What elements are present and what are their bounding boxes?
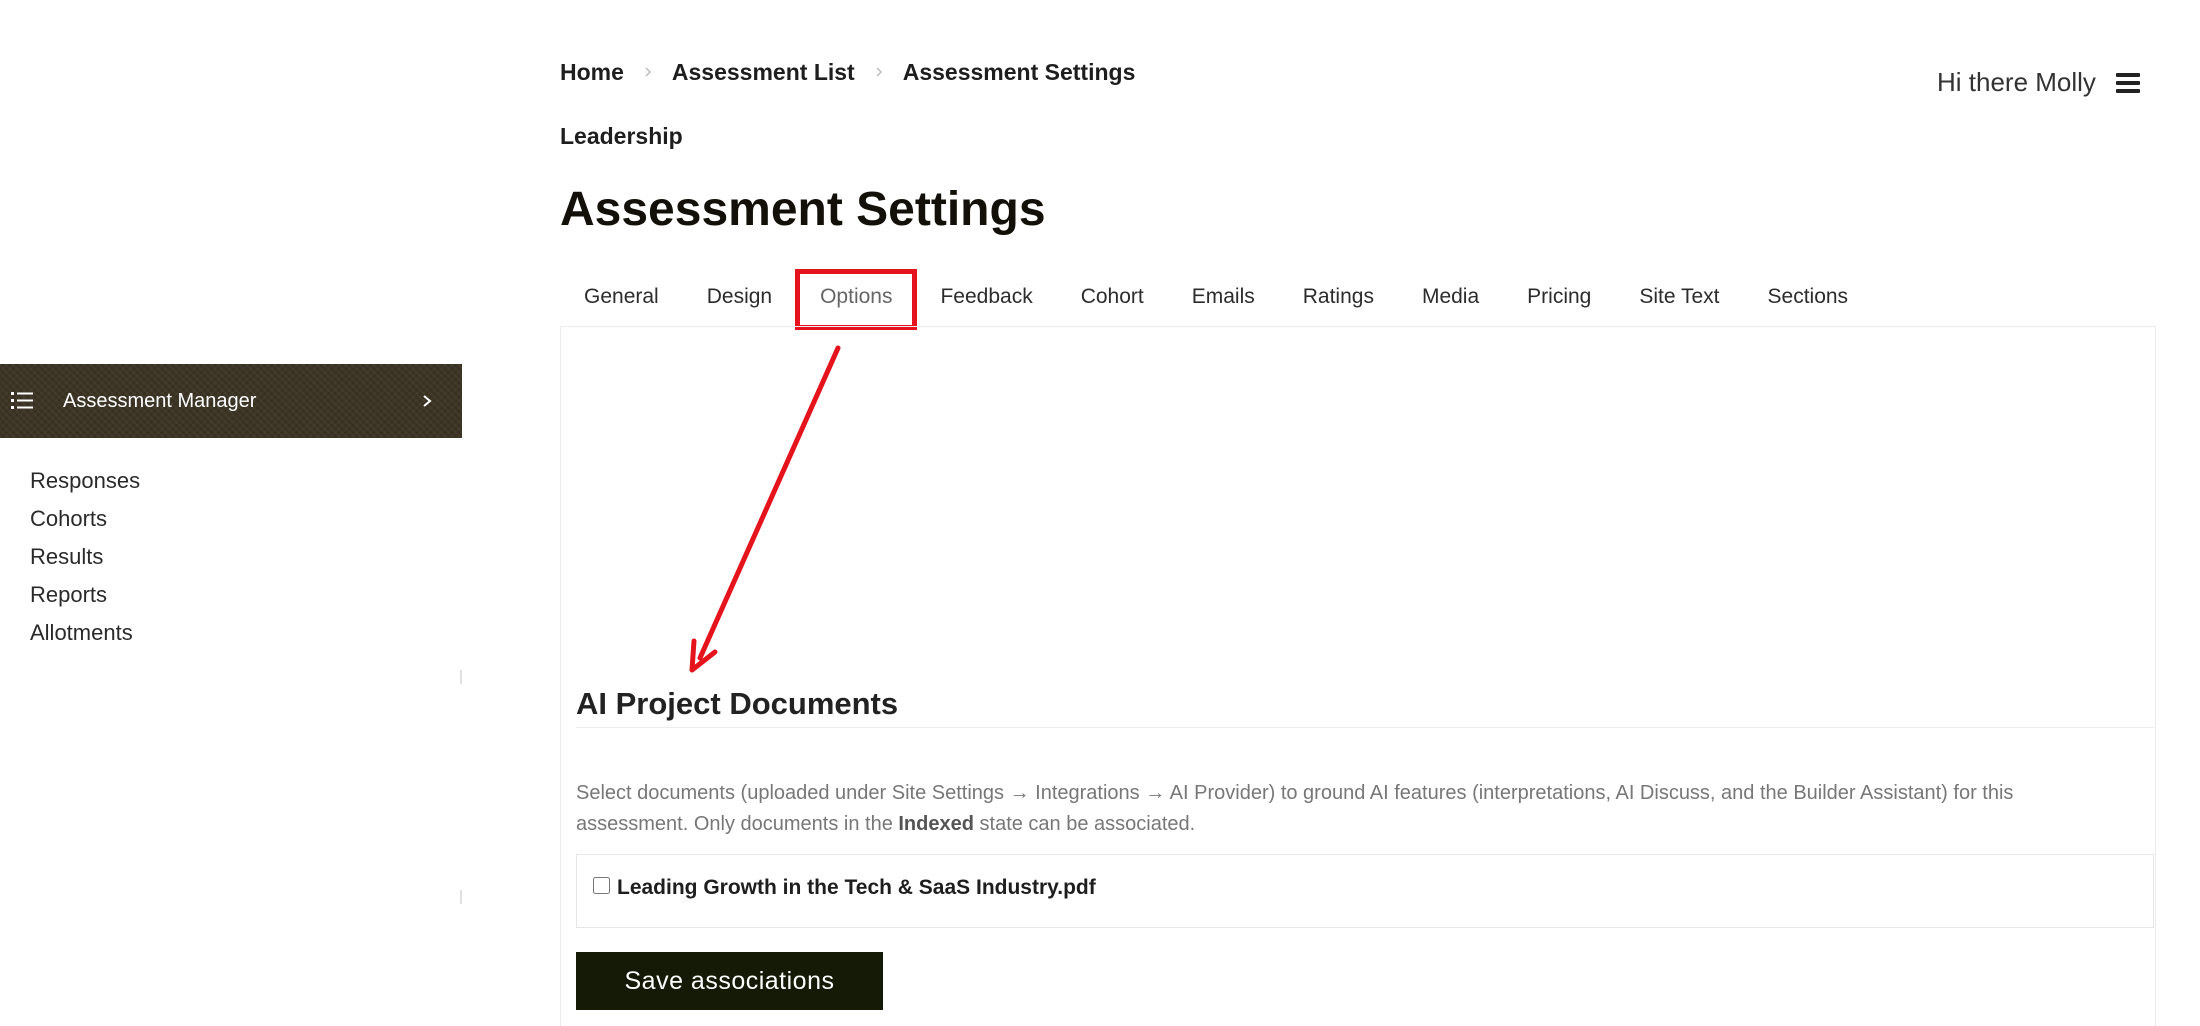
document-checkbox[interactable] — [593, 877, 610, 894]
assessment-manager-toggle[interactable]: Assessment Manager — [0, 364, 462, 438]
tab-design[interactable]: Design — [683, 272, 796, 322]
sidebar-edge-mark — [460, 670, 462, 684]
breadcrumb-separator-icon — [876, 67, 882, 77]
tab-ratings[interactable]: Ratings — [1279, 272, 1398, 322]
list-icon — [11, 392, 33, 409]
tab-feedback[interactable]: Feedback — [916, 272, 1056, 322]
sidebar-item-allotments[interactable]: Allotments — [30, 614, 140, 652]
section-divider — [576, 727, 2154, 728]
page-title: Assessment Settings — [560, 183, 1046, 236]
sidebar-menu: Responses Cohorts Results Reports Allotm… — [30, 462, 140, 652]
breadcrumb-assessment-list[interactable]: Assessment List — [672, 59, 855, 86]
sidebar: Assessment Manager Responses Cohorts Res… — [0, 0, 462, 1026]
tab-sections[interactable]: Sections — [1744, 272, 1873, 322]
sidebar-item-responses[interactable]: Responses — [30, 462, 140, 500]
document-label[interactable]: Leading Growth in the Tech & SaaS Indust… — [617, 875, 1096, 901]
description-text-end: state can be associated. — [973, 813, 1196, 835]
breadcrumb-assessment-settings: Assessment Settings — [902, 58, 1136, 85]
settings-tabs: General Design Options Feedback Cohort E… — [560, 269, 1873, 330]
tab-pricing[interactable]: Pricing — [1503, 272, 1615, 322]
document-list: Leading Growth in the Tech & SaaS Indust… — [576, 854, 2154, 928]
tab-site-text[interactable]: Site Text — [1615, 272, 1743, 322]
user-greeting: Hi there Molly — [1937, 67, 2096, 97]
assessment-name[interactable]: Leadership — [560, 118, 683, 154]
tab-options[interactable]: Options — [795, 269, 918, 330]
sidebar-item-cohorts[interactable]: Cohorts — [30, 500, 140, 538]
tab-cohort[interactable]: Cohort — [1057, 272, 1168, 322]
section-title: AI Project Documents — [576, 686, 899, 721]
tab-general[interactable]: General — [560, 272, 683, 322]
chevron-right-icon — [423, 395, 432, 407]
save-associations-button[interactable]: Save associations — [576, 952, 883, 1010]
sidebar-item-results[interactable]: Results — [30, 538, 140, 576]
breadcrumb-separator-icon — [645, 67, 651, 77]
section-description: Select documents (uploaded under Site Se… — [576, 778, 2116, 840]
sidebar-item-reports[interactable]: Reports — [30, 576, 140, 614]
breadcrumb: Home Assessment List Assessment Settings — [560, 52, 1135, 92]
assessment-manager-label: Assessment Manager — [63, 390, 257, 412]
page: Assessment Manager Responses Cohorts Res… — [0, 0, 2200, 1026]
hamburger-menu-icon[interactable] — [2113, 71, 2143, 95]
breadcrumb-home[interactable]: Home — [560, 59, 624, 86]
tab-media[interactable]: Media — [1398, 272, 1503, 322]
sidebar-edge-mark — [460, 890, 462, 904]
tab-emails[interactable]: Emails — [1168, 272, 1279, 322]
description-indexed: Indexed — [898, 813, 974, 835]
description-text: Select documents (uploaded under Site Se… — [576, 782, 2014, 835]
